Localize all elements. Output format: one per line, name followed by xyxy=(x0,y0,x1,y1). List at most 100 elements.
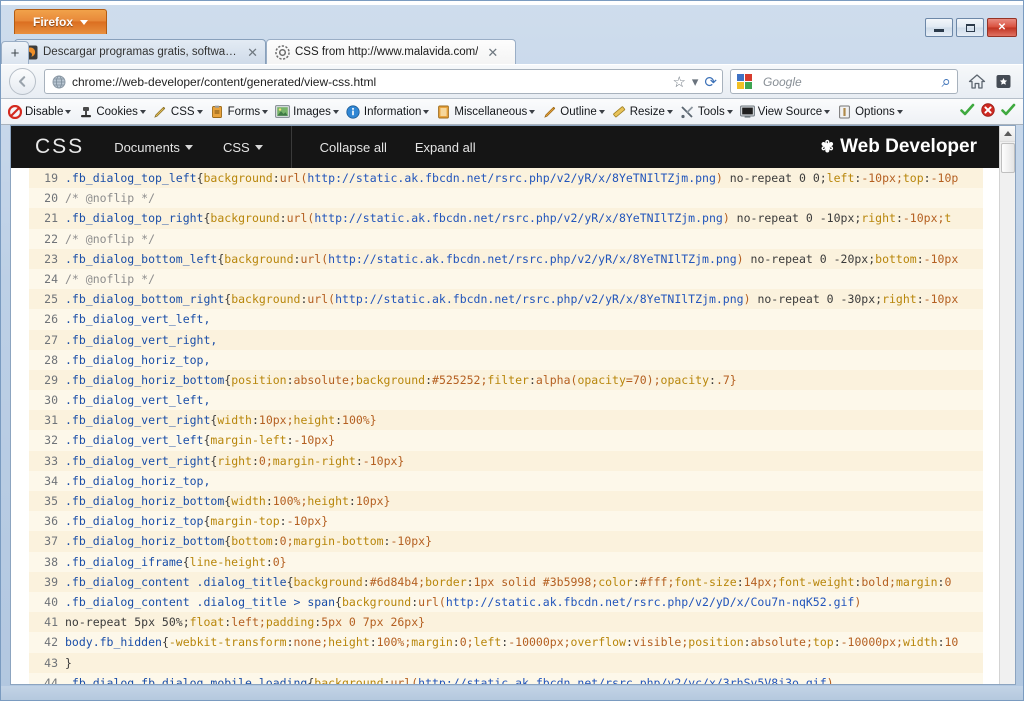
line-number: 29 xyxy=(44,372,58,387)
token-val: -10px} xyxy=(362,453,405,468)
tab-title: Descargar programas gratis, software ... xyxy=(43,46,239,58)
token-val: url( xyxy=(300,251,329,266)
token-sel: .fb_dialog_horiz_bottom xyxy=(65,494,225,508)
token-val: .7} xyxy=(715,372,737,387)
collapse-all-link[interactable]: Collapse all xyxy=(320,140,387,155)
line-source: .fb_dialog_bottom_left{background:url(ht… xyxy=(65,249,983,269)
search-bar[interactable]: Google ⌕ xyxy=(730,69,958,94)
token-punct: : xyxy=(286,433,294,448)
web-developer-title: ✾ Web Developer xyxy=(821,136,977,158)
firefox-menu-button[interactable]: Firefox xyxy=(14,9,107,34)
chevron-down-icon xyxy=(65,109,72,114)
wd-button-outline[interactable]: Outline xyxy=(542,104,605,119)
wd-button-resize[interactable]: Resize xyxy=(612,104,673,119)
token-sel: .fb_dialog_content .dialog_title > span xyxy=(65,594,336,609)
line-source: no-repeat 5px 50%;float:left;padding:5px… xyxy=(65,612,983,632)
line-source: body.fb_hidden{-webkit-transform:none;he… xyxy=(65,632,983,652)
token-prop: position xyxy=(688,635,744,650)
wd-button-information[interactable]: Information xyxy=(346,104,430,119)
wd-button-forms[interactable]: Forms xyxy=(210,104,269,119)
expand-all-link[interactable]: Expand all xyxy=(415,140,476,155)
maximize-button[interactable] xyxy=(956,18,984,37)
token-sel: .fb_dialog_bottom_right xyxy=(65,292,225,307)
line-number: 22 xyxy=(44,231,58,246)
code-line: 27 .fb_dialog_vert_right, xyxy=(29,329,983,350)
wd-button-cookies[interactable]: Cookies xyxy=(78,104,146,119)
close-button[interactable]: ✕ xyxy=(987,18,1017,37)
web-developer-toolbar: Disable Cookies CSS Forms Images Informa… xyxy=(1,99,1023,125)
token-punct: { xyxy=(286,574,294,589)
wd-button-options[interactable]: Options xyxy=(837,104,903,119)
information-icon xyxy=(346,104,361,119)
back-arrow-icon xyxy=(18,76,26,87)
tab-descargar-programas[interactable]: Descargar programas gratis, software ...… xyxy=(14,39,266,64)
wd-button-miscellaneous[interactable]: Miscellaneous xyxy=(436,104,536,119)
token-val: -10px; xyxy=(861,171,903,185)
validate-check-icon[interactable] xyxy=(1001,103,1016,120)
token-val: -10000px; xyxy=(840,635,903,650)
wd-button-css[interactable]: CSS xyxy=(153,104,203,119)
bookmark-star-icon[interactable]: ☆ xyxy=(672,73,685,91)
menu-documents[interactable]: Documents xyxy=(114,140,193,155)
validate-check-icon[interactable] xyxy=(960,103,975,120)
token-punct: : xyxy=(916,292,924,307)
window-controls: ✕ xyxy=(925,18,1017,37)
token-val: 10px; xyxy=(258,413,294,428)
tab-css-from-malavida[interactable]: CSS from http://www.malavida.com/ ✕ xyxy=(266,39,516,64)
options-icon xyxy=(837,104,852,119)
wd-button-disable[interactable]: Disable xyxy=(7,104,72,119)
wd-button-tools[interactable]: Tools xyxy=(680,104,733,119)
chevron-down-icon xyxy=(332,109,339,114)
home-button[interactable] xyxy=(968,73,986,90)
line-source: .fb_dialog_horiz_top, xyxy=(65,471,983,491)
code-line: 22 /* @noflip */ xyxy=(29,228,983,249)
menu-css[interactable]: CSS xyxy=(223,140,263,155)
page-scrollbar[interactable] xyxy=(999,126,1015,684)
url-bar[interactable]: chrome://web-developer/content/generated… xyxy=(44,69,723,94)
chevron-down-icon xyxy=(896,109,903,114)
line-source: /* @noflip */ xyxy=(65,229,983,249)
scrollbar-up-button[interactable] xyxy=(1000,126,1015,142)
menu-label: Documents xyxy=(114,139,180,155)
tab-close-icon[interactable]: ✕ xyxy=(484,46,501,59)
window-bottom-frame xyxy=(1,686,1023,700)
token-punct: : xyxy=(916,251,924,266)
token-url: http://static.ak.fbcdn.net/rsrc.php/v2/y… xyxy=(307,171,716,185)
wd-button-images[interactable]: Images xyxy=(275,104,339,119)
code-line: 30 .fb_dialog_vert_left, xyxy=(29,390,983,411)
tab-close-icon[interactable]: ✕ xyxy=(244,46,261,59)
line-number: 31 xyxy=(44,413,58,428)
validate-error-icon[interactable] xyxy=(981,103,995,120)
token-prop: overflow xyxy=(570,635,626,650)
token-punct: { xyxy=(182,554,190,569)
token-val: 100%; xyxy=(376,635,412,650)
back-button[interactable] xyxy=(9,68,36,95)
wd-label: Options xyxy=(855,105,895,118)
line-number: 27 xyxy=(44,332,58,347)
dropmarker-icon[interactable]: ▾ xyxy=(692,74,699,90)
chevron-down-icon xyxy=(184,144,193,150)
token-sel: .fb_dialog_horiz_top, xyxy=(65,352,211,367)
scrollbar-thumb[interactable] xyxy=(1001,143,1015,173)
line-source: .fb_dialog_vert_left{margin-left:-10px} xyxy=(65,430,983,450)
token-prop: background xyxy=(231,292,301,307)
wd-button-view-source[interactable]: View Source xyxy=(739,104,831,119)
token-prop: right xyxy=(861,211,896,226)
token-val: alpha( xyxy=(535,372,578,387)
line-number: 41 xyxy=(44,615,58,630)
new-tab-button[interactable]: + xyxy=(1,41,29,64)
token-sel: .fb_dialog_horiz_bottom xyxy=(65,534,225,549)
token-punct: : xyxy=(279,211,287,226)
search-icon[interactable]: ⌕ xyxy=(941,72,951,92)
line-number: 23 xyxy=(44,251,58,266)
minimize-button[interactable] xyxy=(925,18,953,37)
token-prop: right xyxy=(217,453,252,468)
chevron-down-icon xyxy=(726,109,733,114)
code-line: 43} xyxy=(29,652,983,673)
resize-ruler-icon xyxy=(612,104,627,119)
token-punct: : xyxy=(833,635,841,650)
bookmarks-button[interactable] xyxy=(996,74,1017,90)
reload-icon[interactable]: ⟳ xyxy=(704,73,717,91)
token-url: http://static.ak.fbcdn.net/rsrc.php/v2/y… xyxy=(328,251,737,266)
css-code-area[interactable]: 19 .fb_dialog_top_left{background:url(htt… xyxy=(11,168,1001,684)
